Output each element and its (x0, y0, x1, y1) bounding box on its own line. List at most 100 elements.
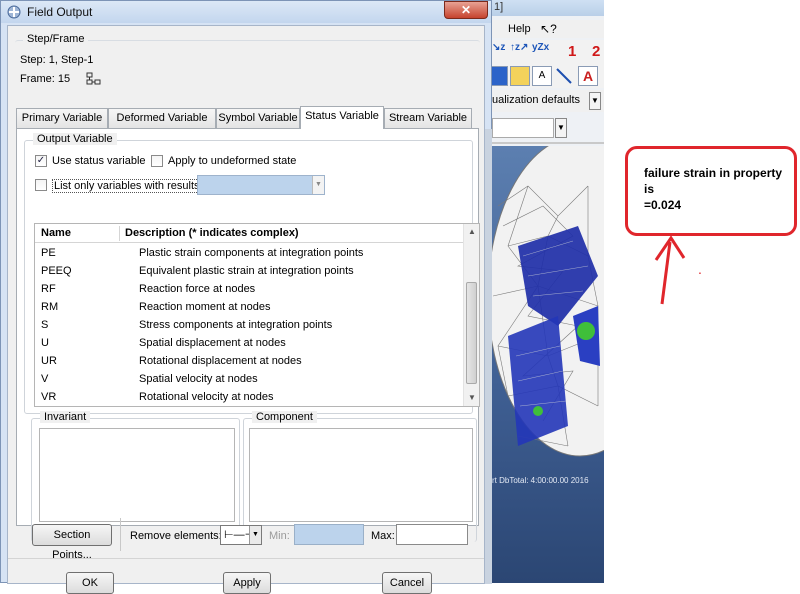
apply-button[interactable]: Apply (223, 572, 271, 594)
list-only-variables-label[interactable]: List only variables with results: (52, 179, 205, 193)
variable-name: PE (41, 247, 56, 259)
background-application: 1] Help ↖? ↘z ↑z↗ yZx 1 2 A A ualization… (488, 0, 604, 583)
scroll-up-icon[interactable]: ▲ (464, 224, 479, 240)
whats-this-help-icon[interactable]: ↖? (540, 22, 557, 36)
dialog-title: Field Output (27, 5, 93, 19)
max-field[interactable] (396, 524, 468, 545)
step-text: Step: 1, Step-1 (20, 54, 94, 66)
chevron-down-icon[interactable]: ▼ (249, 526, 261, 544)
list-only-variables-combo: ▼ (197, 175, 325, 195)
list-item[interactable]: U Spatial displacement at nodes (35, 334, 463, 352)
toolbar-number-2[interactable]: 2 (592, 43, 600, 60)
close-button[interactable]: ✕ (444, 1, 488, 19)
list-item[interactable]: PE Plastic strain components at integrati… (35, 244, 463, 262)
mesh-render (488, 146, 604, 457)
annotation-dot: . (698, 261, 702, 277)
variable-description: Spatial velocity at nodes (139, 373, 258, 385)
background-titlebar: 1] (488, 0, 604, 16)
background-title-fragment: 1] (494, 1, 504, 13)
list-item[interactable]: RM Reaction moment at nodes (35, 298, 463, 316)
annotation-arrow-icon: . (654, 235, 702, 305)
min-label: Min: (269, 530, 290, 542)
toolbar-arrow-icon[interactable] (554, 66, 574, 86)
menu-help[interactable]: Help (508, 23, 531, 35)
column-header-description[interactable]: Description (* indicates complex) (125, 227, 299, 239)
toolbar-render-icon[interactable] (510, 66, 530, 86)
step-frame-legend: Step/Frame (23, 33, 89, 45)
cancel-button[interactable]: Cancel (382, 572, 432, 594)
remove-elements-combo[interactable]: ⊢—⊣ ▼ (220, 525, 262, 545)
visualization-defaults-label: ualization defaults (492, 94, 581, 106)
background-combo[interactable]: ▼ (492, 118, 567, 138)
background-toolbar-views: ↘z ↑z↗ yZx 1 2 (488, 40, 604, 64)
variable-list[interactable]: Name Description (* indicates complex) P… (34, 223, 480, 407)
field-output-dialog: Field Output ✕ Step/Frame Step: 1, Step-… (0, 0, 492, 594)
footer-separator (8, 558, 484, 559)
variable-description: Reaction moment at nodes (139, 301, 271, 313)
background-separator (488, 142, 604, 144)
variable-name: PEEQ (41, 265, 72, 277)
list-item[interactable]: V Spatial velocity at nodes (35, 370, 463, 388)
status-variable-tab-page: Output Variable ✓ Use status variable Ap… (16, 128, 480, 542)
variable-name: V (41, 373, 49, 385)
invariant-list[interactable] (39, 428, 235, 522)
variable-description: Rotational displacement at nodes (139, 355, 302, 367)
variable-name: S (41, 319, 49, 331)
chevron-down-icon[interactable]: ▼ (589, 92, 601, 110)
view-axis-icon-2[interactable]: ↑z↗ (510, 42, 528, 53)
variable-list-scrollbar[interactable]: ▲ ▼ (463, 224, 479, 406)
view-axis-icon-1[interactable]: ↘z (492, 42, 505, 53)
component-list[interactable] (249, 428, 473, 522)
list-item[interactable]: PEEQ Equivalent plastic strain at integra… (35, 262, 463, 280)
list-item[interactable]: S Stress components at integration points (35, 316, 463, 334)
output-variable-legend: Output Variable (33, 133, 117, 145)
remove-elements-label: Remove elements: (130, 530, 222, 542)
chevron-down-icon[interactable]: ▼ (555, 118, 567, 138)
tab-primary-variable[interactable]: Primary Variable (16, 108, 108, 128)
variable-description: Plastic strain components at integration… (139, 247, 364, 259)
variable-name: VR (41, 391, 57, 403)
toolbar-text-icon[interactable]: A (532, 66, 552, 86)
variable-description: Rotational velocity at nodes (139, 391, 274, 403)
tab-symbol-variable[interactable]: Symbol Variable (216, 108, 300, 128)
variable-name: RF (41, 283, 56, 295)
frame-text: Frame: 15 (20, 73, 71, 85)
list-item[interactable]: RF Reaction force at nodes (35, 280, 463, 298)
tab-stream-variable[interactable]: Stream Variable (384, 108, 472, 128)
app-icon (7, 5, 21, 19)
variable-description: Stress components at integration points (139, 319, 333, 331)
scroll-down-icon[interactable]: ▼ (464, 390, 479, 406)
close-icon: ✕ (460, 3, 472, 17)
ok-button[interactable]: OK (66, 572, 114, 594)
annotation-line-1: failure strain in property (644, 166, 783, 180)
annotation-line-3: =0.024 (644, 198, 682, 212)
variable-name: RM (41, 301, 59, 313)
apply-undeformed-checkbox[interactable] (151, 155, 163, 167)
section-points-button[interactable]: Section Points... (32, 524, 112, 561)
variable-description: Equivalent plastic strain at integration… (139, 265, 354, 277)
tab-status-variable[interactable]: Status Variable (300, 106, 384, 129)
dialog-edge-scrollbar (485, 129, 492, 584)
annotation-line-2: is (644, 182, 655, 196)
variable-name: U (41, 337, 49, 349)
toolbar-number-1[interactable]: 1 (568, 43, 576, 60)
column-header-name[interactable]: Name (41, 227, 71, 239)
view-axis-icon-3[interactable]: yZx (532, 42, 549, 53)
max-label: Max: (371, 530, 395, 542)
frame-selector-icon[interactable] (86, 72, 102, 86)
viewport-status-caption: rt DbTotal: 4:00:00.00 2016 (492, 476, 589, 485)
scrollbar-thumb[interactable] (466, 282, 477, 384)
list-only-variables-checkbox[interactable] (35, 179, 47, 191)
dialog-titlebar[interactable]: Field Output ✕ (1, 1, 491, 23)
apply-undeformed-label[interactable]: Apply to undeformed state (168, 155, 296, 167)
variable-description: Reaction force at nodes (139, 283, 256, 295)
model-viewport[interactable]: rt DbTotal: 4:00:00.00 2016 (488, 146, 604, 583)
toolbar-annotation-icon[interactable]: A (578, 66, 598, 86)
column-divider[interactable] (119, 226, 120, 241)
visualization-defaults-combo[interactable]: ualization defaults ▼ (488, 90, 604, 112)
use-status-variable-checkbox[interactable]: ✓ (35, 155, 47, 167)
list-item[interactable]: VR Rotational velocity at nodes (35, 388, 463, 406)
use-status-variable-label[interactable]: Use status variable (52, 155, 146, 167)
list-item[interactable]: UR Rotational displacement at nodes (35, 352, 463, 370)
tab-deformed-variable[interactable]: Deformed Variable (108, 108, 216, 128)
